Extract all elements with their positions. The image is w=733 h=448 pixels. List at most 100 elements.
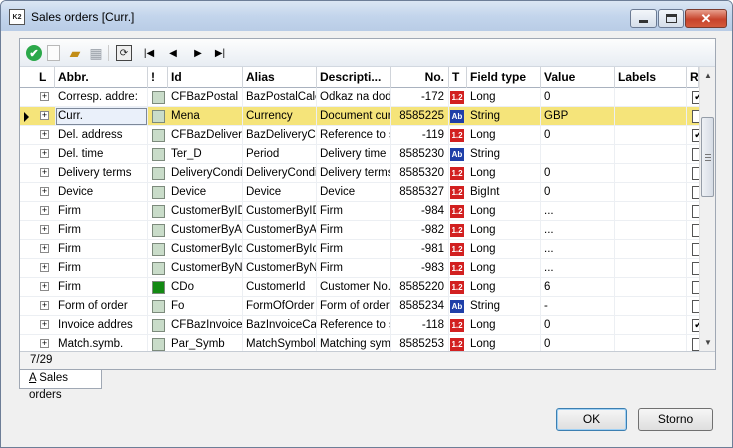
ok-button[interactable]: OK [556, 408, 627, 431]
cell-alias[interactable]: BazDeliveryCal [243, 126, 317, 145]
next-record-icon[interactable]: ▶ [190, 45, 206, 61]
ro-checkbox[interactable] [692, 110, 699, 123]
cell-description[interactable]: Firm [317, 259, 391, 278]
header-col-ro[interactable]: RO [687, 67, 699, 88]
cell-id[interactable]: Fo [168, 297, 243, 316]
cell-value[interactable]: ... [541, 221, 615, 240]
cell-alias[interactable]: BazPostalCalc [243, 88, 317, 107]
cell-labels[interactable] [615, 145, 687, 164]
cell-alias[interactable]: CustomerId [243, 278, 317, 297]
cell-description[interactable]: Delivery terms [317, 164, 391, 183]
cell-value[interactable]: 0 [541, 88, 615, 107]
cell-field-type[interactable]: Long [467, 126, 541, 145]
confirm-icon[interactable]: ✔ [26, 45, 42, 61]
ro-checkbox[interactable] [692, 338, 699, 351]
ro-checkbox[interactable] [692, 300, 699, 313]
table-row[interactable]: + Del. time Ter_D Period Delivery time 858523… [20, 145, 699, 164]
first-record-icon[interactable]: |◀ [141, 45, 157, 61]
cell-description[interactable]: Document curr [317, 107, 391, 126]
cell-labels[interactable] [615, 240, 687, 259]
cell-number[interactable]: 8585253 [391, 335, 449, 351]
cell-value[interactable]: 0 [541, 335, 615, 351]
cell-value[interactable]: 0 [541, 183, 615, 202]
minimize-button[interactable] [630, 9, 657, 28]
expand-icon[interactable]: + [40, 149, 49, 158]
cell-abbr[interactable]: Firm [55, 259, 148, 278]
cell-field-type[interactable]: Long [467, 202, 541, 221]
cell-id[interactable]: CDo [168, 278, 243, 297]
cell-value[interactable]: ... [541, 259, 615, 278]
cell-id[interactable]: CustomerByIDN [168, 202, 243, 221]
table-row[interactable]: + Device Device Device Device 8585327 1.2 BigIn… [20, 183, 699, 202]
cell-number[interactable]: -983 [391, 259, 449, 278]
scroll-up-icon[interactable]: ▲ [700, 67, 716, 84]
ro-checkbox[interactable]: ✓ [692, 129, 699, 142]
scroll-down-icon[interactable]: ▼ [700, 334, 716, 351]
cancel-button[interactable]: Storno [638, 408, 713, 431]
cell-id[interactable]: CustomerByIdIr [168, 240, 243, 259]
table-row[interactable]: + Delivery terms DeliveryCondic DeliveryCon… [20, 164, 699, 183]
cell-alias[interactable]: FormOfOrder [243, 297, 317, 316]
ro-checkbox[interactable] [692, 205, 699, 218]
cell-alias[interactable]: CustomerByIDN [243, 202, 317, 221]
header-col-labels[interactable]: Labels [615, 67, 687, 88]
cell-abbr[interactable]: Del. address [55, 126, 148, 145]
cell-labels[interactable] [615, 259, 687, 278]
cell-id[interactable]: Ter_D [168, 145, 243, 164]
cell-alias[interactable]: CustomerByNa [243, 259, 317, 278]
cell-id[interactable]: CFBazPostal [168, 88, 243, 107]
vertical-scrollbar[interactable]: ▲ ▼ [699, 67, 715, 351]
close-button[interactable]: ✕ [685, 9, 727, 28]
cell-number[interactable]: 8585225 [391, 107, 449, 126]
cell-number[interactable]: -981 [391, 240, 449, 259]
expand-icon[interactable]: + [40, 301, 49, 310]
cell-alias[interactable]: DeliveryCondic [243, 164, 317, 183]
refresh-icon[interactable]: ⟳ [116, 45, 132, 61]
cell-labels[interactable] [615, 107, 687, 126]
expand-icon[interactable]: + [40, 339, 49, 348]
cell-number[interactable]: 8585320 [391, 164, 449, 183]
cell-labels[interactable] [615, 316, 687, 335]
table-row[interactable]: + Curr. Mena Currency Document curr 8585225 Ab… [20, 107, 699, 126]
cell-labels[interactable] [615, 221, 687, 240]
cell-abbr[interactable]: Delivery terms [55, 164, 148, 183]
table-row[interactable]: + Firm CustomerByNa CustomerByNa Firm -983 1.2… [20, 259, 699, 278]
table-row[interactable]: +FirmCustomerByIdIrCustomerByIdIrFirm-98… [20, 240, 699, 259]
database-icon[interactable]: ▦ [88, 45, 104, 61]
cell-value[interactable]: ... [541, 202, 615, 221]
header-col-id[interactable]: Id [168, 67, 243, 88]
maximize-button[interactable] [658, 9, 684, 28]
cell-alias[interactable]: Currency [243, 107, 317, 126]
ro-checkbox[interactable] [692, 243, 699, 256]
cell-field-type[interactable]: Long [467, 164, 541, 183]
ro-checkbox[interactable] [692, 281, 699, 294]
cell-alias[interactable]: BazInvoiceCalc [243, 316, 317, 335]
cell-description[interactable]: Odkaz na doda [317, 88, 391, 107]
cell-id[interactable]: Par_Symb [168, 335, 243, 351]
cell-number[interactable]: -118 [391, 316, 449, 335]
open-folder-icon[interactable]: ▰ [67, 45, 83, 61]
header-col-alias[interactable]: Alias [243, 67, 317, 88]
cell-labels[interactable] [615, 88, 687, 107]
cell-value[interactable] [541, 145, 615, 164]
expand-icon[interactable]: + [40, 244, 49, 253]
cell-alias[interactable]: CustomerByAbl [243, 221, 317, 240]
header-col-t[interactable]: T [449, 67, 467, 88]
cell-alias[interactable]: Period [243, 145, 317, 164]
expand-icon[interactable]: + [40, 92, 49, 101]
cell-id[interactable]: Device [168, 183, 243, 202]
expand-icon[interactable]: + [40, 206, 49, 215]
cell-field-type[interactable]: Long [467, 259, 541, 278]
ro-checkbox[interactable] [692, 148, 699, 161]
cell-value[interactable]: ... [541, 240, 615, 259]
cell-field-type[interactable]: Long [467, 88, 541, 107]
scroll-thumb[interactable] [701, 117, 714, 197]
cell-id[interactable]: Mena [168, 107, 243, 126]
cell-id[interactable]: CFBazInvoice [168, 316, 243, 335]
cell-alias[interactable]: CustomerByIdIr [243, 240, 317, 259]
cell-field-type[interactable]: BigInt [467, 183, 541, 202]
cell-description[interactable]: Matching symb [317, 335, 391, 351]
table-row[interactable]: + Form of order Fo FormOfOrder Form of order… [20, 297, 699, 316]
cell-number[interactable]: 8585234 [391, 297, 449, 316]
cell-abbr[interactable]: Firm [55, 202, 148, 221]
